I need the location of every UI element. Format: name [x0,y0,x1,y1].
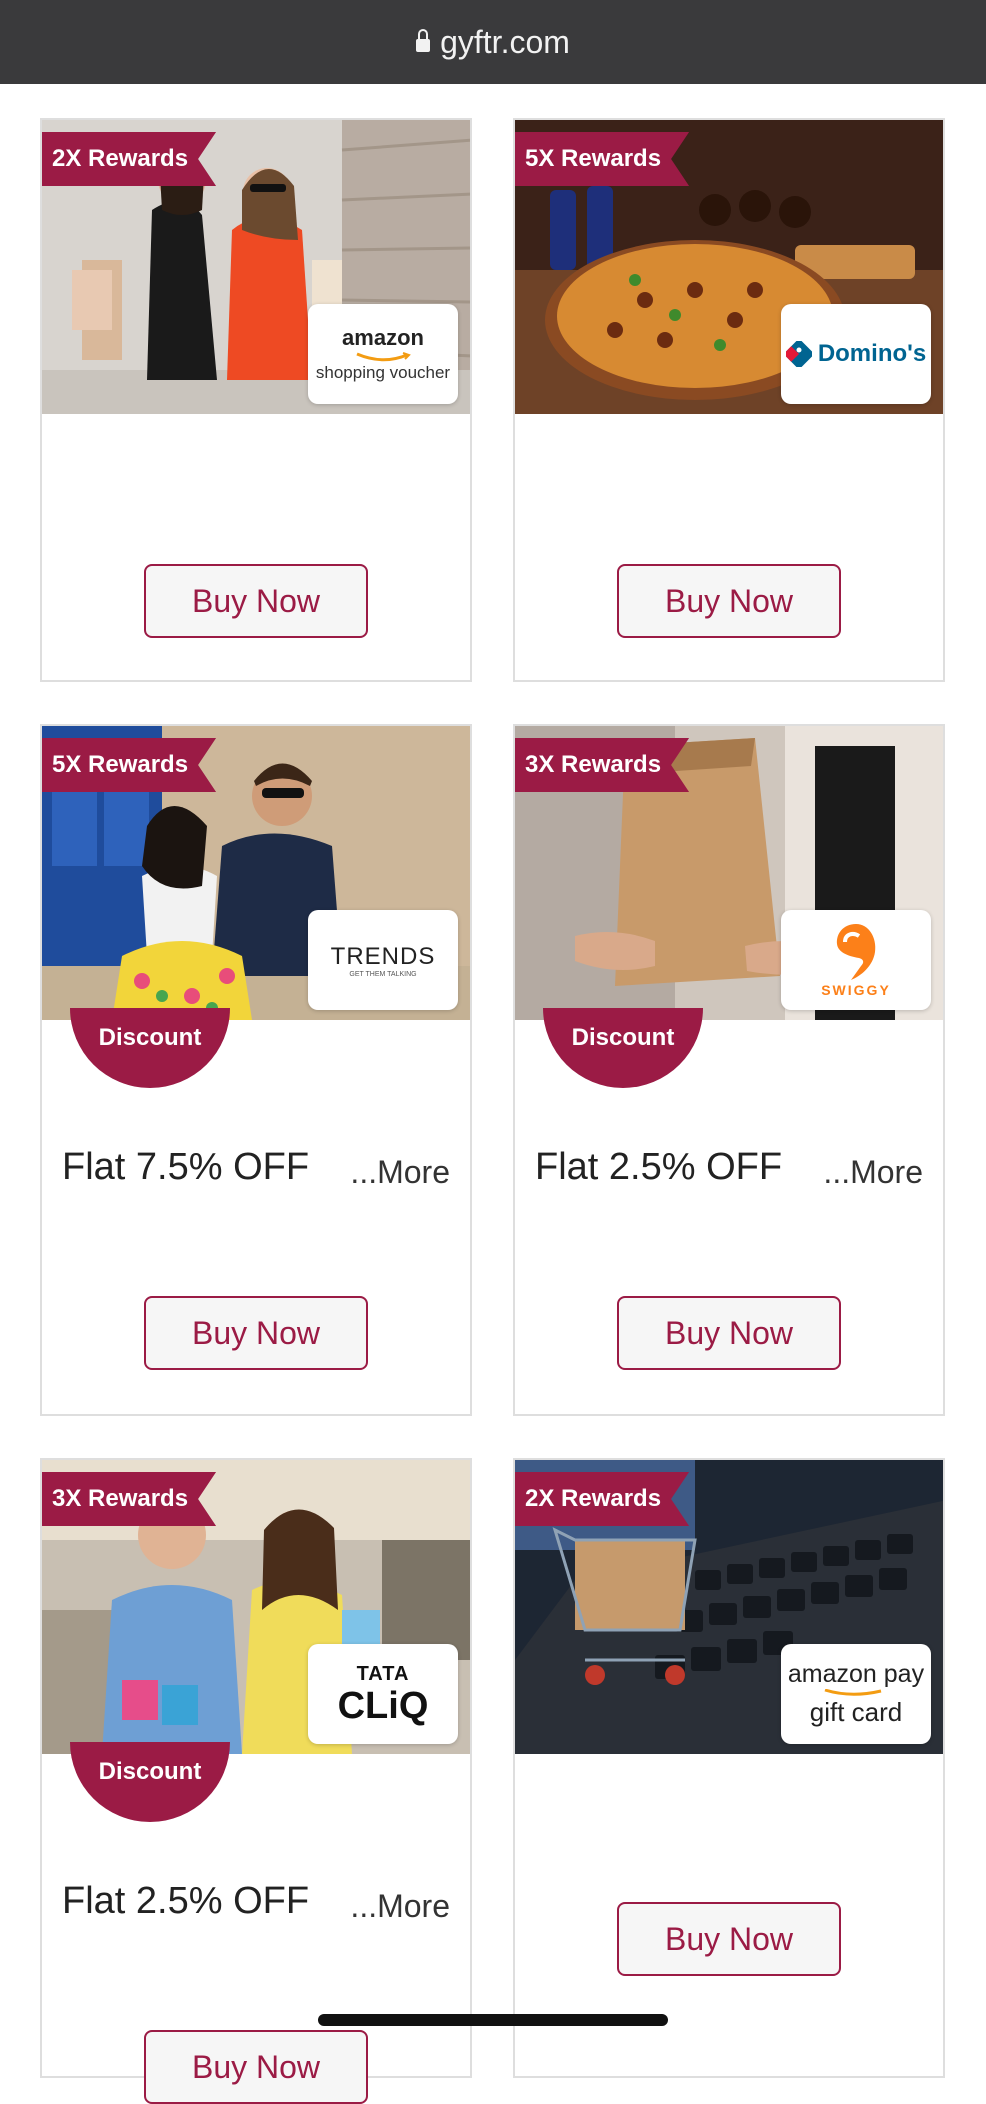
brand-logo-amazon: amazon shopping voucher [308,304,458,404]
voucher-card-amazonpay[interactable]: 2X Rewards amazon pay gift card Buy Now [513,1458,945,2078]
brand-subtitle: gift card [809,1697,903,1727]
offer-text: Flat 7.5% OFF [62,1146,310,1188]
brand-logo-trends: TRENDS GET THEM TALKING [308,910,458,1010]
rewards-ribbon: 5X Rewards [515,132,689,186]
voucher-card-swiggy[interactable]: 3X Rewards SWIGGY Discount Flat 2.5% OFF… [513,724,945,1416]
discount-badge: Discount [70,1742,230,1822]
brand-name: amazon pay [787,1660,925,1688]
voucher-card-amazon[interactable]: 2X Rewards amazon shopping voucher Buy N… [40,118,472,682]
dominos-icon [785,341,812,367]
more-link[interactable]: ...More [350,1154,450,1191]
rewards-ribbon: 3X Rewards [515,738,689,792]
url-text: gyftr.com [440,23,570,60]
offer-text: Flat 2.5% OFF [62,1880,310,1922]
brand-subtitle: GET THEM TALKING [349,970,417,978]
brand-name: Domino's [817,340,927,367]
voucher-card-trends[interactable]: 5X Rewards TRENDS GET THEM TALKING Disco… [40,724,472,1416]
brand-logo-dominos: Domino's [781,304,931,404]
discount-badge: Discount [70,1008,230,1088]
brand-name: amazon [342,325,424,350]
amazon-smile-icon [356,352,411,362]
voucher-card-tatacliq[interactable]: 3X Rewards TATA CLiQ Discount Flat 2.5% … [40,1458,472,2104]
brand-logo-swiggy: SWIGGY [781,910,931,1010]
buy-now-button[interactable]: Buy Now [617,1296,841,1370]
rewards-ribbon: 2X Rewards [42,132,216,186]
url-bar[interactable]: gyftr.com [0,0,986,84]
offer-text: Flat 2.5% OFF [535,1146,783,1188]
brand-name: TRENDS [330,942,436,970]
home-indicator[interactable] [318,2014,668,2026]
buy-now-label: Buy Now [191,2048,321,2085]
rewards-ribbon: 3X Rewards [42,1472,216,1526]
discount-badge: Discount [543,1008,703,1088]
buy-now-button[interactable]: Buy Now [144,2030,368,2104]
rewards-ribbon: 2X Rewards [515,1472,689,1526]
buy-now-button[interactable]: Buy Now [617,1902,841,1976]
brand-subtitle: shopping voucher [315,363,451,382]
swiggy-icon [836,924,876,980]
buy-now-button[interactable]: Buy Now [617,564,841,638]
brand-logo-tatacliq: TATA CLiQ [308,1644,458,1744]
rewards-ribbon: 5X Rewards [42,738,216,792]
lock-icon [416,28,431,52]
buy-now-button[interactable]: Buy Now [144,564,368,638]
voucher-card-dominos[interactable]: 5X Rewards Domino's Buy Now [513,118,945,682]
amazon-smile-icon [824,1689,882,1696]
brand-subtitle: CLiQ [337,1684,429,1727]
more-link[interactable]: ...More [350,1888,450,1925]
buy-now-button[interactable]: Buy Now [144,1296,368,1370]
more-link[interactable]: ...More [823,1154,923,1191]
brand-name: SWIGGY [821,982,891,998]
brand-name: TATA [356,1662,410,1685]
brand-logo-amazonpay: amazon pay gift card [781,1644,931,1744]
